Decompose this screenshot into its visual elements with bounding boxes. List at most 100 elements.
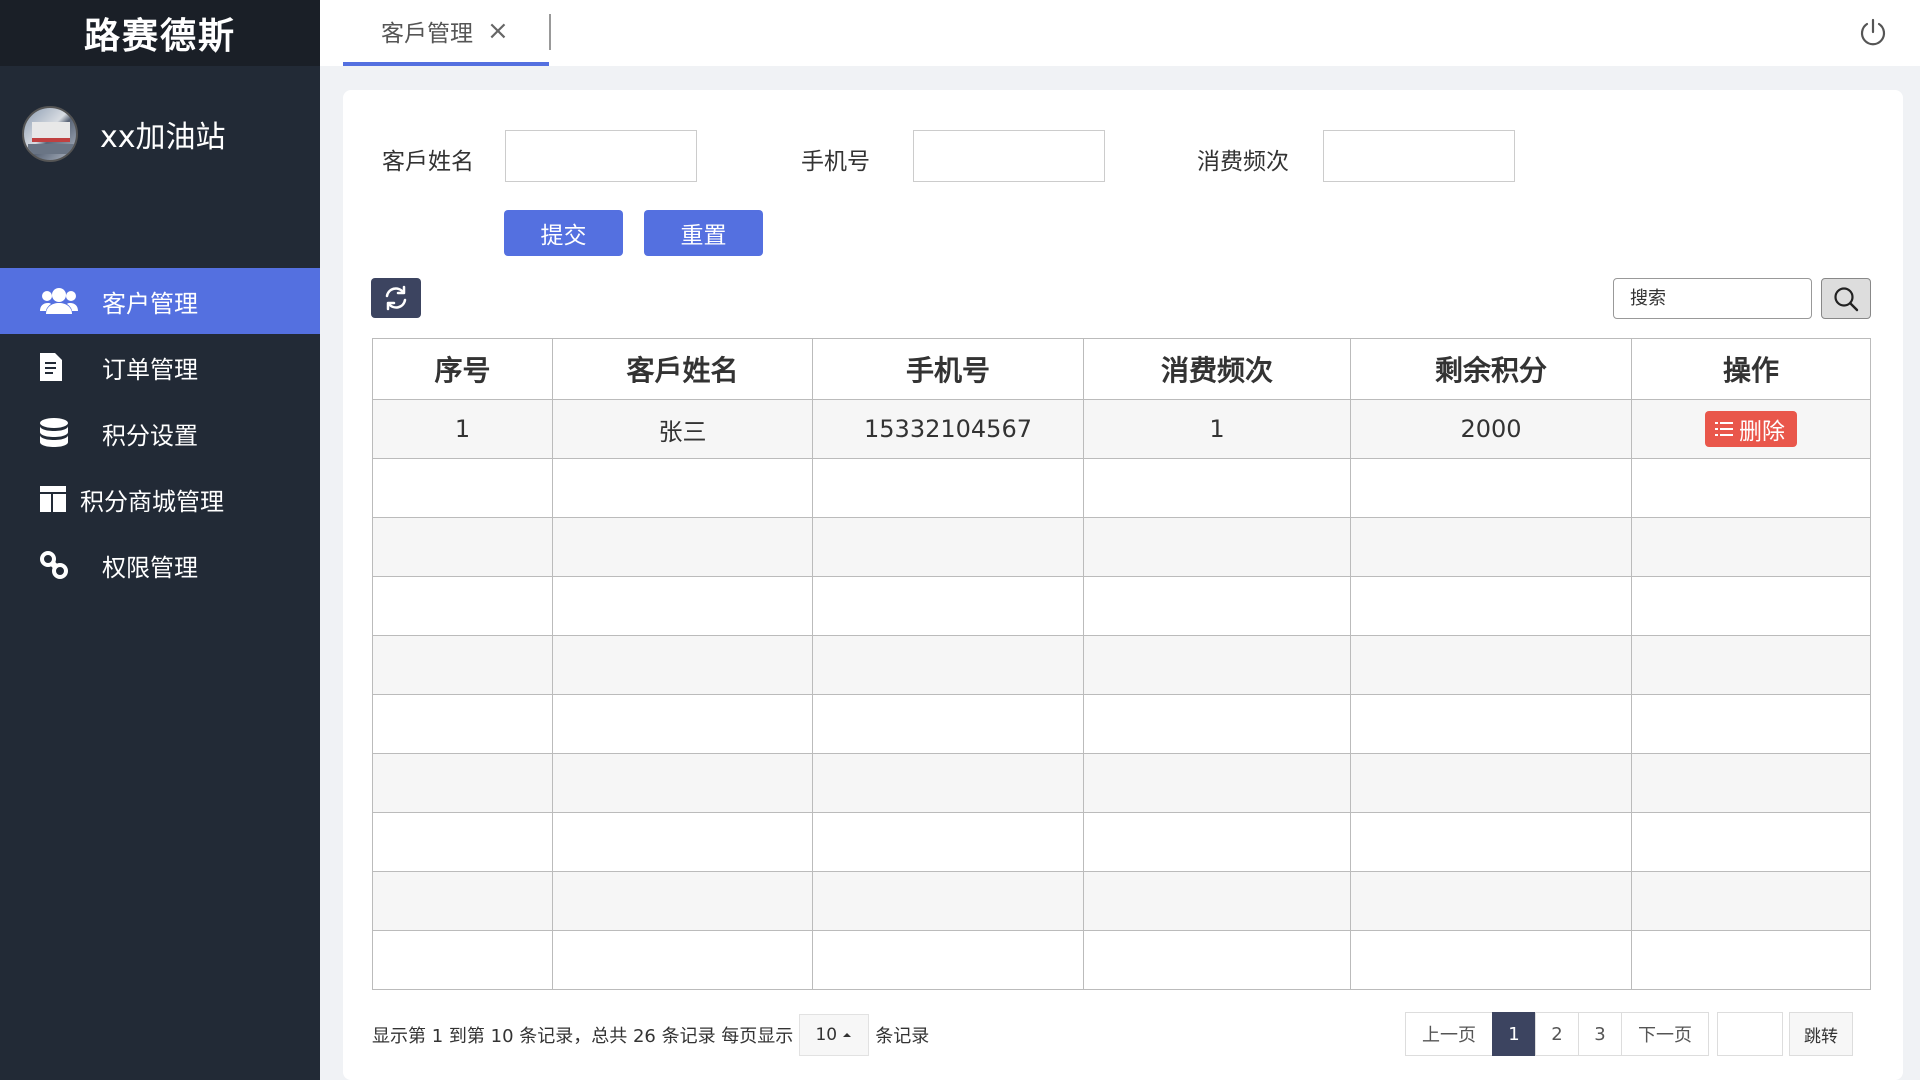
table-row: [372, 694, 1871, 754]
account-name: xx加油站: [100, 120, 226, 155]
next-page-button[interactable]: 下一页: [1621, 1012, 1709, 1056]
empty-cell: [1631, 635, 1871, 695]
empty-cell: [1631, 576, 1871, 636]
empty-cell: [1083, 930, 1351, 990]
tab-customer-management[interactable]: 客戶管理 ×: [343, 0, 549, 66]
page-button-2[interactable]: 2: [1535, 1012, 1579, 1056]
empty-cell: [372, 458, 553, 518]
empty-cell: [812, 753, 1084, 813]
empty-cell: [552, 694, 813, 754]
sidebar-item-label: 权限管理: [102, 553, 198, 582]
table-row: [372, 812, 1871, 872]
frequency-input[interactable]: [1323, 130, 1515, 182]
column-header-name: 客戶姓名: [552, 338, 813, 400]
table-row: 1 张三 15332104567 1 2000 删除: [372, 399, 1871, 459]
empty-cell: [1083, 753, 1351, 813]
empty-cell: [1631, 930, 1871, 990]
cell-points: 2000: [1350, 399, 1632, 459]
table-row: [372, 458, 1871, 518]
empty-cell: [372, 517, 553, 577]
empty-cell: [1631, 753, 1871, 813]
empty-cell: [1350, 812, 1632, 872]
column-header-phone: 手机号: [812, 338, 1084, 400]
sidebar-item-orders[interactable]: 订单管理: [0, 334, 320, 400]
database-icon: [40, 418, 88, 448]
customer-name-input[interactable]: [505, 130, 697, 182]
empty-cell: [812, 930, 1084, 990]
power-icon[interactable]: [1858, 18, 1888, 48]
empty-cell: [552, 517, 813, 577]
column-header-index: 序号: [372, 338, 553, 400]
search-button[interactable]: [1821, 278, 1871, 319]
phone-input[interactable]: [913, 130, 1105, 182]
search-icon: [1834, 286, 1859, 311]
column-header-points: 剩余积分: [1350, 338, 1632, 400]
prev-page-button[interactable]: 上一页: [1405, 1012, 1493, 1056]
sidebar-item-permissions[interactable]: 权限管理: [0, 532, 320, 598]
sidebar: 路赛德斯 xx加油站 客户管理 订单管理 积分设置 积分商城管理 权限管理: [0, 0, 320, 1080]
table-row: [372, 576, 1871, 636]
empty-cell: [372, 635, 553, 695]
sidebar-item-customers[interactable]: 客户管理: [0, 268, 320, 334]
close-icon[interactable]: ×: [487, 16, 509, 46]
sidebar-item-label: 客户管理: [102, 289, 198, 318]
cell-frequency: 1: [1083, 399, 1351, 459]
empty-cell: [552, 812, 813, 872]
sidebar-item-label: 积分设置: [102, 421, 198, 450]
sidebar-item-points-settings[interactable]: 积分设置: [0, 400, 320, 466]
empty-cell: [1350, 576, 1632, 636]
page-button-3[interactable]: 3: [1578, 1012, 1622, 1056]
empty-cell: [1350, 871, 1632, 931]
table-row: [372, 930, 1871, 990]
empty-cell: [1350, 753, 1632, 813]
jump-button[interactable]: 跳转: [1789, 1012, 1853, 1056]
empty-cell: [1631, 871, 1871, 931]
empty-cell: [552, 753, 813, 813]
page-info-suffix: 条记录: [875, 1026, 930, 1047]
delete-label: 删除: [1739, 419, 1785, 445]
empty-cell: [372, 871, 553, 931]
link-icon: [40, 551, 88, 579]
avatar: [22, 106, 78, 162]
sidebar-item-label: 积分商城管理: [80, 487, 224, 516]
sidebar-nav: 客户管理 订单管理 积分设置 积分商城管理 权限管理: [0, 268, 320, 598]
caret-up-icon: [843, 1033, 852, 1037]
column-header-actions: 操作: [1631, 338, 1871, 400]
submit-button[interactable]: 提交: [504, 210, 623, 256]
delete-button[interactable]: 删除: [1705, 411, 1797, 447]
brand-logo: 路赛德斯: [0, 0, 320, 66]
document-icon: [40, 353, 88, 381]
empty-cell: [812, 458, 1084, 518]
page-size-select[interactable]: 10: [799, 1014, 870, 1056]
empty-cell: [1631, 812, 1871, 872]
empty-cell: [812, 635, 1084, 695]
main-panel: 客戶姓名 手机号 消费频次 提交 重置 序号 客戶姓名 手机号 消费频次 剩余积…: [343, 90, 1903, 1080]
jump-page-input[interactable]: [1717, 1012, 1783, 1056]
table-header-row: 序号 客戶姓名 手机号 消费频次 剩余积分 操作: [372, 338, 1871, 400]
empty-cell: [372, 812, 553, 872]
list-icon: [1715, 422, 1733, 436]
empty-cell: [1350, 635, 1632, 695]
reset-button[interactable]: 重置: [644, 210, 763, 256]
empty-cell: [372, 694, 553, 754]
refresh-button[interactable]: [371, 278, 421, 318]
empty-cell: [812, 517, 1084, 577]
empty-cell: [552, 458, 813, 518]
empty-cell: [1350, 458, 1632, 518]
pagination-info: 显示第 1 到第 10 条记录，总共 26 条记录 每页显示 10 条记录: [372, 1014, 929, 1056]
table-row: [372, 517, 1871, 577]
empty-cell: [552, 576, 813, 636]
search-input[interactable]: [1613, 278, 1812, 319]
empty-cell: [812, 694, 1084, 754]
cell-index: 1: [372, 399, 553, 459]
top-bar: 客戶管理 ×: [320, 0, 1920, 66]
page-button-1[interactable]: 1: [1492, 1012, 1536, 1056]
column-header-frequency: 消费频次: [1083, 338, 1351, 400]
phone-label: 手机号: [801, 149, 870, 175]
empty-cell: [552, 635, 813, 695]
empty-cell: [1631, 458, 1871, 518]
empty-cell: [1350, 694, 1632, 754]
sidebar-item-points-mall[interactable]: 积分商城管理: [0, 466, 320, 532]
refresh-icon: [385, 285, 407, 311]
tab-divider: [549, 14, 551, 50]
